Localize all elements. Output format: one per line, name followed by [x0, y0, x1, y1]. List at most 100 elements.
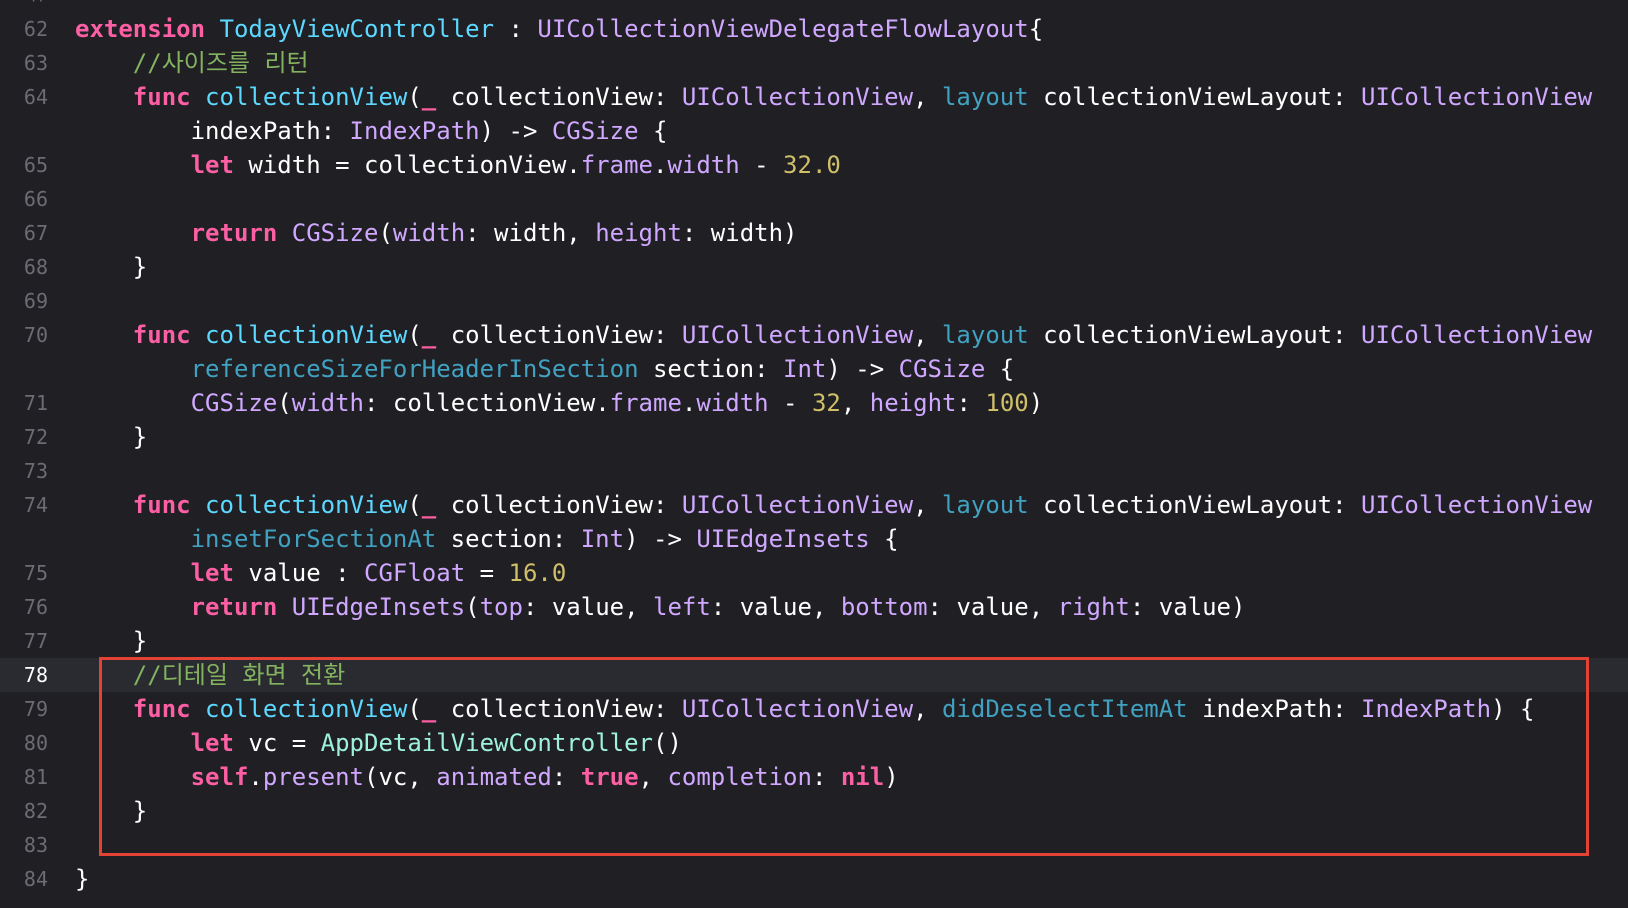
code-text: self.present(vc, animated: true, complet… [75, 760, 899, 794]
code-text: } [75, 862, 89, 896]
code-token: width = collectionView. [233, 151, 581, 179]
code-token: , [913, 695, 942, 723]
code-line[interactable]: 71 CGSize(width: collectionView.frame.wi… [0, 386, 1628, 420]
code-token: collectionView: [436, 321, 682, 349]
code-token: , [840, 389, 870, 417]
code-token: , [913, 83, 942, 111]
code-token: UICollectionView [1361, 83, 1593, 111]
code-text: let value : CGFloat = 16.0 [75, 556, 567, 590]
code-line[interactable]: referenceSizeForHeaderInSection section:… [0, 352, 1628, 386]
code-line[interactable]: 81 self.present(vc, animated: true, comp… [0, 760, 1628, 794]
code-token: } [75, 797, 148, 825]
code-token: height [595, 219, 682, 247]
code-token: UIEdgeInsets [291, 593, 466, 621]
code-line[interactable]: 82 } [0, 794, 1628, 828]
code-token: indexPath: [75, 117, 350, 145]
code-token: section: [638, 355, 784, 383]
code-token: insetForSectionAt [190, 525, 437, 553]
code-line[interactable]: 84} [0, 862, 1628, 896]
code-token: ) { [1491, 695, 1535, 723]
code-token: , [913, 321, 942, 349]
code-token: vc = [233, 729, 321, 757]
code-token: UICollectionView [1361, 321, 1593, 349]
code-line[interactable]: 83 [0, 828, 1628, 862]
code-line[interactable]: 69 [0, 284, 1628, 318]
code-token: UICollectionView [681, 695, 914, 723]
code-line[interactable]: 76 return UIEdgeInsets(top: value, left:… [0, 590, 1628, 624]
code-token: : [494, 15, 538, 43]
code-token: 100 [985, 389, 1029, 417]
code-line[interactable]: 63 //사이즈를 리턴 [0, 46, 1628, 80]
code-token: - [739, 151, 784, 179]
code-line[interactable]: 75 let value : CGFloat = 16.0 [0, 556, 1628, 590]
code-line[interactable]: 64 func collectionView(_ collectionView:… [0, 80, 1628, 114]
code-line[interactable]: 77 } [0, 624, 1628, 658]
code-line[interactable]: 67 return CGSize(width: width, height: w… [0, 216, 1628, 250]
code-token: layout [941, 83, 1029, 111]
code-token: : value, [522, 593, 653, 621]
line-number: 82 [23, 799, 48, 823]
code-token: func [132, 321, 191, 349]
code-token: //디테일 화면 전환 [75, 661, 346, 689]
code-token: collectionView: [436, 695, 682, 723]
code-token: animated [436, 763, 552, 791]
code-line[interactable]: 73 [0, 454, 1628, 488]
code-token: ( [407, 491, 422, 519]
line-number: 76 [23, 595, 48, 619]
code-token: CGSize [551, 117, 639, 145]
code-line[interactable]: 80 let vc = AppDetailViewController() [0, 726, 1628, 760]
code-token: collectionView [205, 321, 408, 349]
code-text: } [75, 420, 147, 454]
code-line[interactable]: 74 func collectionView(_ collectionView:… [0, 488, 1628, 522]
code-token: value : [233, 559, 364, 587]
code-token: //사이즈를 리턴 [75, 49, 309, 77]
code-text: return CGSize(width: width, height: widt… [75, 216, 798, 250]
code-line[interactable]: 70 func collectionView(_ collectionView:… [0, 318, 1628, 352]
code-token: let [190, 151, 234, 179]
code-text: extension TodayViewController : UICollec… [75, 12, 1043, 46]
line-number: 70 [23, 323, 48, 347]
code-token: () [653, 729, 682, 757]
code-line[interactable]: indexPath: IndexPath) -> CGSize { [0, 114, 1628, 148]
code-token: func [132, 83, 191, 111]
line-number: 67 [23, 221, 48, 245]
code-token: : collectionView. [364, 389, 610, 417]
code-token: _ [421, 83, 437, 111]
code-line[interactable]: 78 //디테일 화면 전환 [0, 658, 1628, 692]
code-line[interactable]: 66 [0, 182, 1628, 216]
line-number [0, 522, 48, 556]
code-token: ) -> [826, 355, 899, 383]
code-line[interactable]: insetForSectionAt section: Int) -> UIEdg… [0, 522, 1628, 556]
code-token: CGFloat [364, 559, 466, 587]
code-line[interactable]: 62 extension TodayViewController : UIColl… [0, 12, 1628, 46]
code-token: collectionViewLayout: [1028, 321, 1362, 349]
code-token: collectionViewLayout: [1028, 491, 1362, 519]
code-token: ) -> [479, 117, 552, 145]
code-token: : [551, 763, 581, 791]
code-token: . [248, 763, 263, 791]
code-line[interactable]: 72 } [0, 420, 1628, 454]
code-token: , [913, 491, 942, 519]
code-token: (vc, [364, 763, 437, 791]
line-number: 80 [23, 731, 48, 755]
code-text: } [75, 624, 147, 658]
line-number: 68 [23, 255, 48, 279]
code-token: collectionView [205, 491, 408, 519]
code-line[interactable]: 65 let width = collectionView.frame.widt… [0, 148, 1628, 182]
code-token: CGSize [898, 355, 986, 383]
code-token: width [667, 151, 740, 179]
code-text: let vc = AppDetailViewController() [75, 726, 682, 760]
code-token: { [869, 525, 899, 553]
code-token: , [638, 763, 668, 791]
code-line[interactable]: 68 } [0, 250, 1628, 284]
code-token: 32.0 [783, 151, 841, 179]
code-editor[interactable]: ·· 62 extension TodayViewController : UIC… [0, 0, 1628, 908]
code-line[interactable]: 79 func collectionView(_ collectionView:… [0, 692, 1628, 726]
code-token: : value, [927, 593, 1058, 621]
line-number: 75 [23, 561, 48, 585]
code-token: ( [378, 219, 393, 247]
